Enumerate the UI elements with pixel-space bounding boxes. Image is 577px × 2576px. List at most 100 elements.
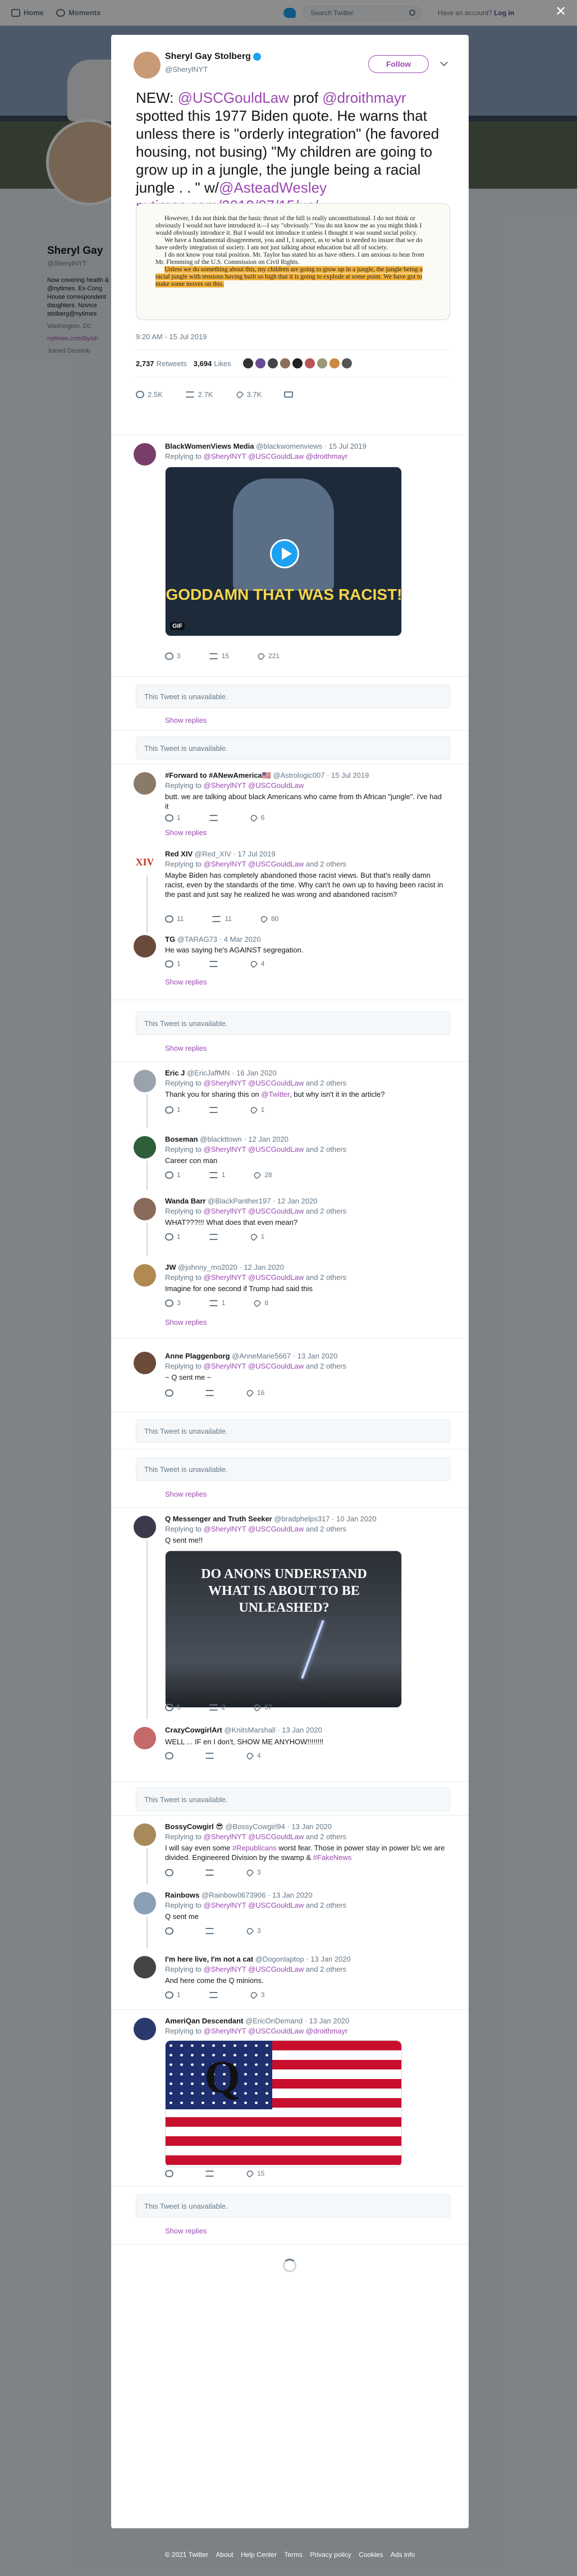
reply-tweet[interactable]: JW @johnny_mo2020 · 12 Jan 2020 Replying… <box>111 1256 469 1338</box>
reply-tweet[interactable]: Boseman @blackttown · 12 Jan 2020 Replyi… <box>111 1128 469 1190</box>
reply-tweet[interactable]: I'm here live, I'm not a cat @Dogonlapto… <box>111 1948 469 2010</box>
reply-avatar[interactable] <box>134 1516 156 1538</box>
document-image[interactable]: However, I do not think that the basic t… <box>136 203 450 320</box>
footer-cookies-link[interactable]: Cookies <box>359 2551 383 2559</box>
replying-to-links[interactable]: @SherylNYT @USCGouldLaw <box>204 1273 304 1282</box>
reply-tweet[interactable]: Rainbows @Rainbow0673906 · 13 Jan 2020 R… <box>111 1884 469 1948</box>
reply-name[interactable]: JW <box>165 1263 176 1271</box>
reply-avatar[interactable] <box>134 2018 156 2040</box>
reply-button[interactable]: 1 <box>165 960 181 968</box>
reply-date[interactable]: 10 Jan 2020 <box>336 1515 377 1523</box>
mention-link[interactable]: @droithmayr <box>322 89 406 106</box>
liker-avatar[interactable] <box>242 358 254 369</box>
reply-date[interactable]: 12 Jan 2020 <box>277 1197 318 1205</box>
reply-button[interactable] <box>165 2169 177 2177</box>
like-button[interactable]: 3 <box>245 1926 261 1935</box>
reply-date[interactable]: 13 Jan 2020 <box>297 1352 338 1360</box>
hashtag-link[interactable]: #Republicans <box>232 1844 277 1852</box>
flag-image[interactable]: Q <box>165 2040 402 2167</box>
liker-avatar[interactable] <box>316 358 328 369</box>
reply-date[interactable]: 13 Jan 2020 <box>272 1891 313 1899</box>
mention-link[interactable]: @USCGouldLaw <box>178 89 289 106</box>
close-icon[interactable]: ✕ <box>555 5 567 19</box>
retweet-button[interactable] <box>205 1927 218 1934</box>
replying-to-links[interactable]: @SherylNYT @USCGouldLaw @droithmayr <box>204 452 348 461</box>
replying-to-more[interactable]: and 2 others <box>306 1965 346 1973</box>
reply-name[interactable]: Red XIV <box>165 850 193 858</box>
like-button[interactable]: 57 <box>253 1703 272 1712</box>
like-button[interactable]: 4 <box>249 959 264 968</box>
reply-avatar[interactable] <box>134 1956 156 1978</box>
reply-avatar[interactable] <box>134 1727 156 1749</box>
reply-button[interactable]: 3 <box>165 1299 181 1307</box>
reply-date[interactable]: 13 Jan 2020 <box>310 1955 351 1963</box>
footer-ads-link[interactable]: Ads info <box>391 2551 415 2559</box>
retweet-button[interactable]: 1 <box>208 1299 225 1307</box>
retweet-button[interactable]: 15 <box>208 652 229 660</box>
footer-terms-link[interactable]: Terms <box>284 2551 303 2559</box>
reply-avatar[interactable] <box>134 1070 156 1092</box>
reply-button[interactable]: 3 <box>165 652 181 660</box>
reply-tweet[interactable]: Eric J @EricJaffMN · 16 Jan 2020 Replyin… <box>111 1062 469 1128</box>
like-button[interactable]: 1 <box>249 1232 264 1241</box>
author-name[interactable]: Sheryl Gay Stolberg <box>165 52 261 62</box>
replying-to-more[interactable]: and 2 others <box>306 1362 346 1370</box>
replying-to-links[interactable]: @SherylNYT @USCGouldLaw <box>204 781 304 790</box>
mention-link[interactable]: @AsteadWesley <box>219 179 327 196</box>
like-button[interactable]: 4 <box>245 1751 261 1760</box>
reply-date[interactable]: 4 Mar 2020 <box>224 935 261 943</box>
replying-to-links[interactable]: @SherylNYT @USCGouldLaw <box>204 1965 304 1973</box>
show-replies-link[interactable]: Show replies <box>165 1044 207 1052</box>
reply-button[interactable]: 2.5K <box>136 390 163 399</box>
replying-to-links[interactable]: @SherylNYT @USCGouldLaw <box>204 1901 304 1909</box>
replying-to-links[interactable]: @SherylNYT @USCGouldLaw <box>204 1525 304 1533</box>
reply-tweet[interactable]: AmeriQan Descendant @EricOnDemand · 13 J… <box>111 2010 469 2186</box>
liker-avatar[interactable] <box>254 358 266 369</box>
reply-date[interactable]: 12 Jan 2020 <box>248 1135 288 1143</box>
footer-about-link[interactable]: About <box>216 2551 233 2559</box>
reply-date[interactable]: 15 Jul 2019 <box>329 442 367 450</box>
reply-avatar[interactable] <box>134 1198 156 1220</box>
retweets-stat[interactable]: 2,737 Retweets <box>136 359 187 368</box>
reply-avatar[interactable] <box>134 443 156 466</box>
show-replies-link[interactable]: Show replies <box>165 1318 207 1326</box>
reply-tweet[interactable]: TG @TARAG73 · 4 Mar 2020 He was saying h… <box>111 933 469 1000</box>
retweet-button[interactable] <box>208 1106 222 1113</box>
like-button[interactable]: 8 <box>253 1298 268 1307</box>
image-media[interactable]: DO ANONS UNDERSTAND WHAT IS ABOUT TO BE … <box>165 1551 402 1708</box>
like-button[interactable]: 6 <box>249 813 264 822</box>
like-button[interactable]: 80 <box>259 914 278 923</box>
reply-name[interactable]: I'm here live, I'm not a cat <box>165 1955 253 1963</box>
hashtag-link[interactable]: #FakeNews <box>313 1853 352 1862</box>
reply-date[interactable]: 15 Jul 2019 <box>331 771 369 779</box>
like-button[interactable]: 1 <box>249 1105 264 1114</box>
replying-to-more[interactable]: and 2 others <box>306 1525 346 1533</box>
retweet-button[interactable] <box>208 1991 222 1998</box>
like-button[interactable]: 3.7K <box>235 390 262 399</box>
footer-privacy-link[interactable]: Privacy policy <box>310 2551 351 2559</box>
like-button[interactable]: 3 <box>245 1868 261 1877</box>
like-button[interactable]: 221 <box>257 651 280 660</box>
reply-avatar[interactable] <box>134 1264 156 1287</box>
liker-avatar[interactable] <box>328 358 340 369</box>
reply-button[interactable]: 1 <box>165 1106 181 1114</box>
reply-name[interactable]: AmeriQan Descendant <box>165 2017 243 2025</box>
reply-button[interactable]: 5 <box>165 1703 181 1711</box>
show-replies-link[interactable]: Show replies <box>165 828 207 837</box>
reply-name[interactable]: BlackWomenViews Media <box>165 442 254 450</box>
dm-button[interactable] <box>284 391 294 398</box>
reply-date[interactable]: 13 Jan 2020 <box>291 1822 332 1831</box>
mention-link[interactable]: @Twitter <box>261 1090 290 1098</box>
reply-name[interactable]: CrazyCowgirlArt <box>165 1726 222 1734</box>
reply-name[interactable]: Q Messenger and Truth Seeker <box>165 1515 272 1523</box>
retweet-button[interactable]: 2.7K <box>185 390 213 399</box>
liker-avatar[interactable] <box>341 358 352 369</box>
liker-avatar[interactable] <box>279 358 291 369</box>
like-button[interactable]: 28 <box>253 1170 272 1179</box>
reply-avatar[interactable] <box>134 1352 156 1374</box>
reply-avatar[interactable] <box>134 1136 156 1159</box>
retweet-button[interactable]: 1 <box>208 1171 225 1179</box>
reply-tweet[interactable]: BlackWomenViews Media @blackwomenviews ·… <box>111 435 469 677</box>
reply-tweet[interactable]: CrazyCowgirlArt @KnitsMarshall · 13 Jan … <box>111 1719 469 1782</box>
reply-date[interactable]: 13 Jan 2020 <box>282 1726 322 1734</box>
